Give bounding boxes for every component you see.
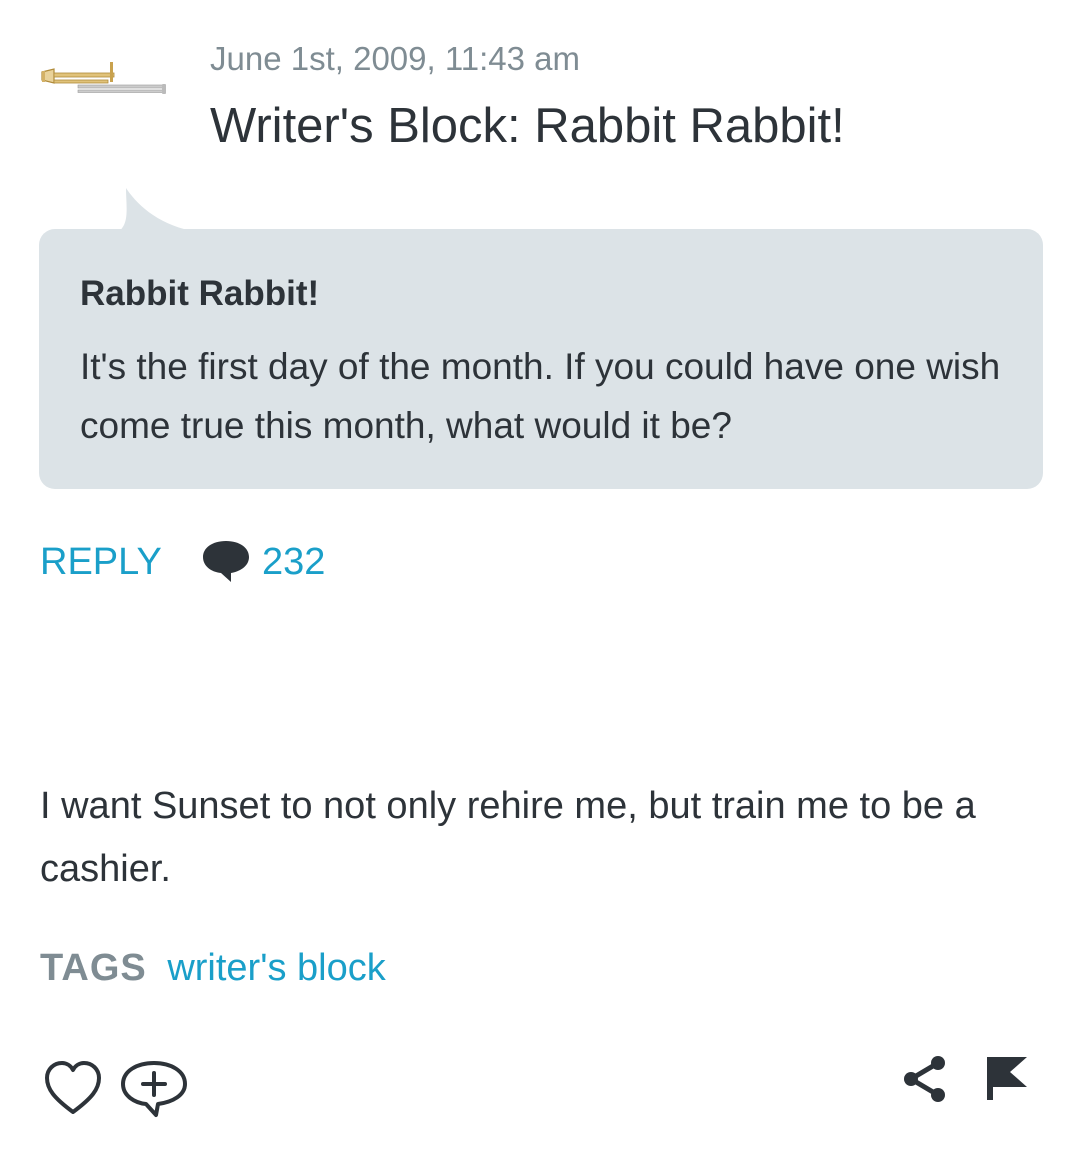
tags-label: TAGS	[40, 947, 147, 989]
tags-row: TAGS writer's block	[40, 947, 386, 990]
post-title[interactable]: Writer's Block: Rabbit Rabbit!	[210, 98, 845, 154]
entry-body-text: I want Sunset to not only rehire me, but…	[40, 785, 976, 890]
journal-entry: June 1st, 2009, 11:43 am Writer's Block:…	[0, 0, 1080, 1152]
tag-link[interactable]: writer's block	[167, 947, 385, 989]
share-icon[interactable]	[900, 1054, 950, 1104]
heart-icon[interactable]	[44, 1060, 102, 1116]
trombone-avatar-icon[interactable]	[38, 58, 170, 100]
add-comment-icon[interactable]	[120, 1060, 188, 1118]
speech-bubble-icon[interactable]	[201, 539, 251, 583]
prompt-text: It's the first day of the month. If you …	[80, 346, 1001, 446]
reply-button[interactable]: REPLY	[40, 541, 162, 584]
writers-block-prompt: Rabbit Rabbit! It's the first day of the…	[39, 229, 1043, 489]
comment-count[interactable]: 232	[262, 541, 325, 584]
prompt-bubble-tail	[118, 188, 198, 232]
prompt-heading[interactable]: Rabbit Rabbit!	[80, 274, 319, 314]
flag-icon[interactable]	[984, 1054, 1030, 1102]
post-date: June 1st, 2009, 11:43 am	[210, 40, 580, 77]
